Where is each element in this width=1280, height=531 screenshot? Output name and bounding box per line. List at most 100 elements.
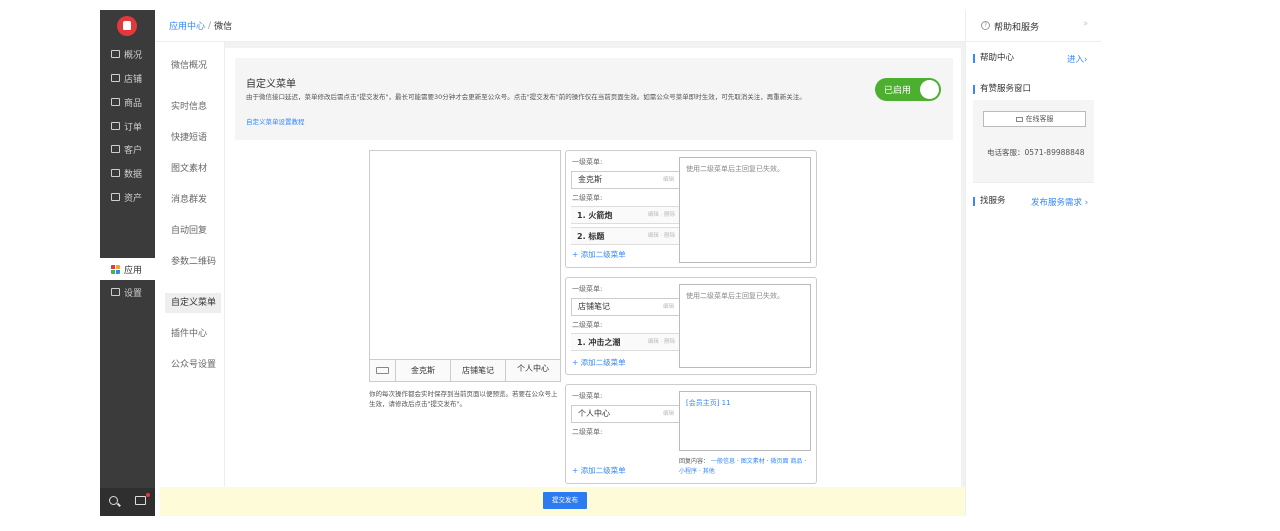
- main-content: 自定义菜单 由于微信接口延迟，菜单修改后需点击"提交发布"，最长可能需要30分钟…: [225, 48, 961, 516]
- online-service-button[interactable]: 在线客服: [983, 111, 1086, 127]
- reply-box: 使用二级菜单后主回复已失效。: [679, 157, 811, 263]
- enter-label: 进入: [1067, 55, 1085, 65]
- reply-box: 使用二级菜单后主回复已失效。: [679, 284, 811, 368]
- help-panel-title: 帮助和服务: [994, 23, 1040, 33]
- nav-item-customers[interactable]: 客户: [100, 138, 155, 160]
- help-center-enter-link[interactable]: 进入›: [1067, 53, 1087, 65]
- chart-icon: [111, 169, 120, 177]
- publish-need-link[interactable]: 发布服务需求 ›: [1031, 196, 1088, 208]
- brand-logo[interactable]: [117, 16, 137, 36]
- help-panel: ? 帮助和服务 ›› 帮助中心 进入› 有赞服务窗口 在线客服 电话客服：057…: [965, 10, 1101, 516]
- intro-description: 由于微信接口延迟，菜单修改后需点击"提交发布"，最长可能需要30分钟才会更新至公…: [246, 93, 806, 101]
- menu-card-3: 一级菜单: 个人中心 编辑 二级菜单: + 添加二级菜单 [会员主页] 11 回复…: [565, 384, 817, 484]
- apps-icon: [111, 264, 120, 274]
- nav-bottom-bar: [100, 488, 155, 516]
- edit-delete-link[interactable]: 编辑 · 删除: [648, 228, 675, 245]
- reply-option-page[interactable]: 微页面: [770, 458, 788, 465]
- reply-type-options: 回复内容： 一般信息 · 图文素材 · 微页面 商品 · 小程序 · 其他: [679, 458, 807, 475]
- sub-nav: 微信概况 实时信息 快捷短语 图文素材 消息群发 自动回复 参数二维码 自定义菜…: [155, 42, 225, 516]
- store-icon: [111, 74, 120, 82]
- reply-option-other[interactable]: 其他: [703, 468, 715, 475]
- message-icon[interactable]: [135, 496, 146, 505]
- subnav-item-phrases[interactable]: 快捷短语: [165, 128, 221, 148]
- asset-icon: [111, 193, 120, 201]
- phone-tab-3[interactable]: 个人中心: [506, 360, 560, 381]
- phone-tab-2[interactable]: 店铺笔记: [451, 360, 506, 381]
- menu-card-2: 一级菜单: 店铺笔记 编辑 二级菜单: 1. 冲击之潮 编辑 · 删除 + 添加二级…: [565, 277, 817, 375]
- submenu-item[interactable]: 2. 标题 编辑 · 删除: [571, 227, 681, 245]
- nav-item-label: 应用: [124, 265, 143, 276]
- reply-option-miniapp[interactable]: 小程序: [679, 468, 697, 475]
- nav-item-label: 客户: [124, 145, 143, 156]
- subnav-item-qrcode[interactable]: 参数二维码: [165, 252, 221, 272]
- subnav-item-plugins[interactable]: 插件中心: [165, 324, 221, 344]
- edit-delete-link[interactable]: 编辑 · 删除: [648, 334, 675, 351]
- nav-item-label: 商品: [124, 98, 143, 109]
- level1-label: 一级菜单:: [572, 392, 603, 400]
- submenu-name: 2. 标题: [577, 232, 605, 241]
- level1-label: 一级菜单:: [572, 285, 603, 293]
- keyboard-toggle[interactable]: [370, 360, 396, 381]
- add-submenu-link[interactable]: + 添加二级菜单: [572, 465, 626, 476]
- level1-label: 一级菜单:: [572, 158, 603, 166]
- nav-item-data[interactable]: 数据: [100, 162, 155, 184]
- online-service-label: 在线客服: [1025, 115, 1054, 123]
- preview-note: 你的每次操作都会实时保存到当前页面以便预览。若要在公众号上生效，请修改后点击"提…: [369, 390, 558, 408]
- menu-name: 店铺笔记: [578, 302, 610, 311]
- subnav-item-broadcast[interactable]: 消息群发: [165, 190, 221, 210]
- subnav-item-autoreply[interactable]: 自动回复: [165, 221, 221, 241]
- search-icon[interactable]: [109, 496, 118, 505]
- order-icon: [111, 122, 120, 130]
- nav-item-overview[interactable]: 概况: [100, 43, 155, 65]
- add-submenu-link[interactable]: + 添加二级菜单: [572, 357, 626, 368]
- nav-item-store[interactable]: 店铺: [100, 67, 155, 89]
- subnav-item-account-settings[interactable]: 公众号设置: [165, 355, 221, 375]
- submenu-item[interactable]: 1. 冲击之潮 编辑 · 删除: [571, 333, 681, 351]
- tutorial-link[interactable]: 自定义菜单设置教程: [246, 116, 305, 126]
- nav-item-label: 数据: [124, 169, 143, 180]
- phone-tab-1[interactable]: 金克斯: [396, 360, 451, 381]
- reply-option-message[interactable]: 一般信息: [711, 458, 735, 465]
- reply-content[interactable]: [会员主页] 11: [686, 399, 731, 407]
- subnav-item-realtime[interactable]: 实时信息: [165, 97, 221, 117]
- menu-name-field-3[interactable]: 个人中心 编辑: [571, 405, 681, 423]
- reply-option-material[interactable]: 图文素材: [741, 458, 765, 465]
- edit-link[interactable]: 编辑: [663, 406, 674, 422]
- edit-link[interactable]: 编辑: [663, 172, 674, 188]
- main-area: 自定义菜单 由于微信接口延迟，菜单修改后需点击"提交发布"，最长可能需要30分钟…: [225, 42, 965, 516]
- nav-item-apps[interactable]: 应用: [100, 258, 155, 280]
- nav-item-label: 订单: [124, 122, 143, 133]
- add-submenu-link[interactable]: + 添加二级菜单: [572, 249, 626, 260]
- submenu-item[interactable]: 1. 火箭炮 编辑 · 删除: [571, 206, 681, 224]
- tag-icon: [111, 98, 120, 106]
- nav-item-goods[interactable]: 商品: [100, 91, 155, 113]
- menu-name-field-1[interactable]: 金克斯 编辑: [571, 171, 681, 189]
- edit-link[interactable]: 编辑: [663, 299, 674, 315]
- submit-publish-button[interactable]: 提交发布: [543, 492, 587, 509]
- nav-item-assets[interactable]: 资产: [100, 186, 155, 208]
- collapse-icon[interactable]: ››: [1083, 19, 1088, 29]
- menu-name: 个人中心: [578, 409, 610, 418]
- nav-item-orders[interactable]: 订单: [100, 115, 155, 137]
- chat-icon: [1015, 116, 1023, 122]
- breadcrumb-parent-link[interactable]: 应用中心: [169, 19, 205, 32]
- level2-label: 二级菜单:: [572, 321, 603, 329]
- subnav-item-custom-menu[interactable]: 自定义菜单: [165, 293, 221, 313]
- nav-item-settings[interactable]: 设置: [100, 281, 155, 303]
- left-nav: 概况 店铺 商品 订单 客户 数据 资产 应用 设置: [100, 10, 155, 516]
- menu-name-field-2[interactable]: 店铺笔记 编辑: [571, 298, 681, 316]
- subnav-item-materials[interactable]: 图文素材: [165, 159, 221, 179]
- publish-need-label: 发布服务需求: [1031, 198, 1083, 208]
- nav-item-label: 店铺: [124, 74, 143, 85]
- subnav-item-overview[interactable]: 微信概况: [165, 56, 221, 76]
- enable-toggle[interactable]: 已启用: [875, 78, 941, 101]
- nav-item-label: 概况: [124, 50, 143, 61]
- edit-delete-link[interactable]: 编辑 · 删除: [648, 207, 675, 224]
- level2-label: 二级菜单:: [572, 428, 603, 436]
- reply-type-label: 回复内容：: [679, 458, 710, 465]
- nav-item-label: 设置: [124, 288, 143, 299]
- service-phone: 电话客服：0571-89988848: [987, 148, 1085, 157]
- reply-content-box[interactable]: [会员主页] 11: [679, 391, 811, 451]
- reply-option-goods[interactable]: 商品: [790, 458, 802, 465]
- level2-label: 二级菜单:: [572, 194, 603, 202]
